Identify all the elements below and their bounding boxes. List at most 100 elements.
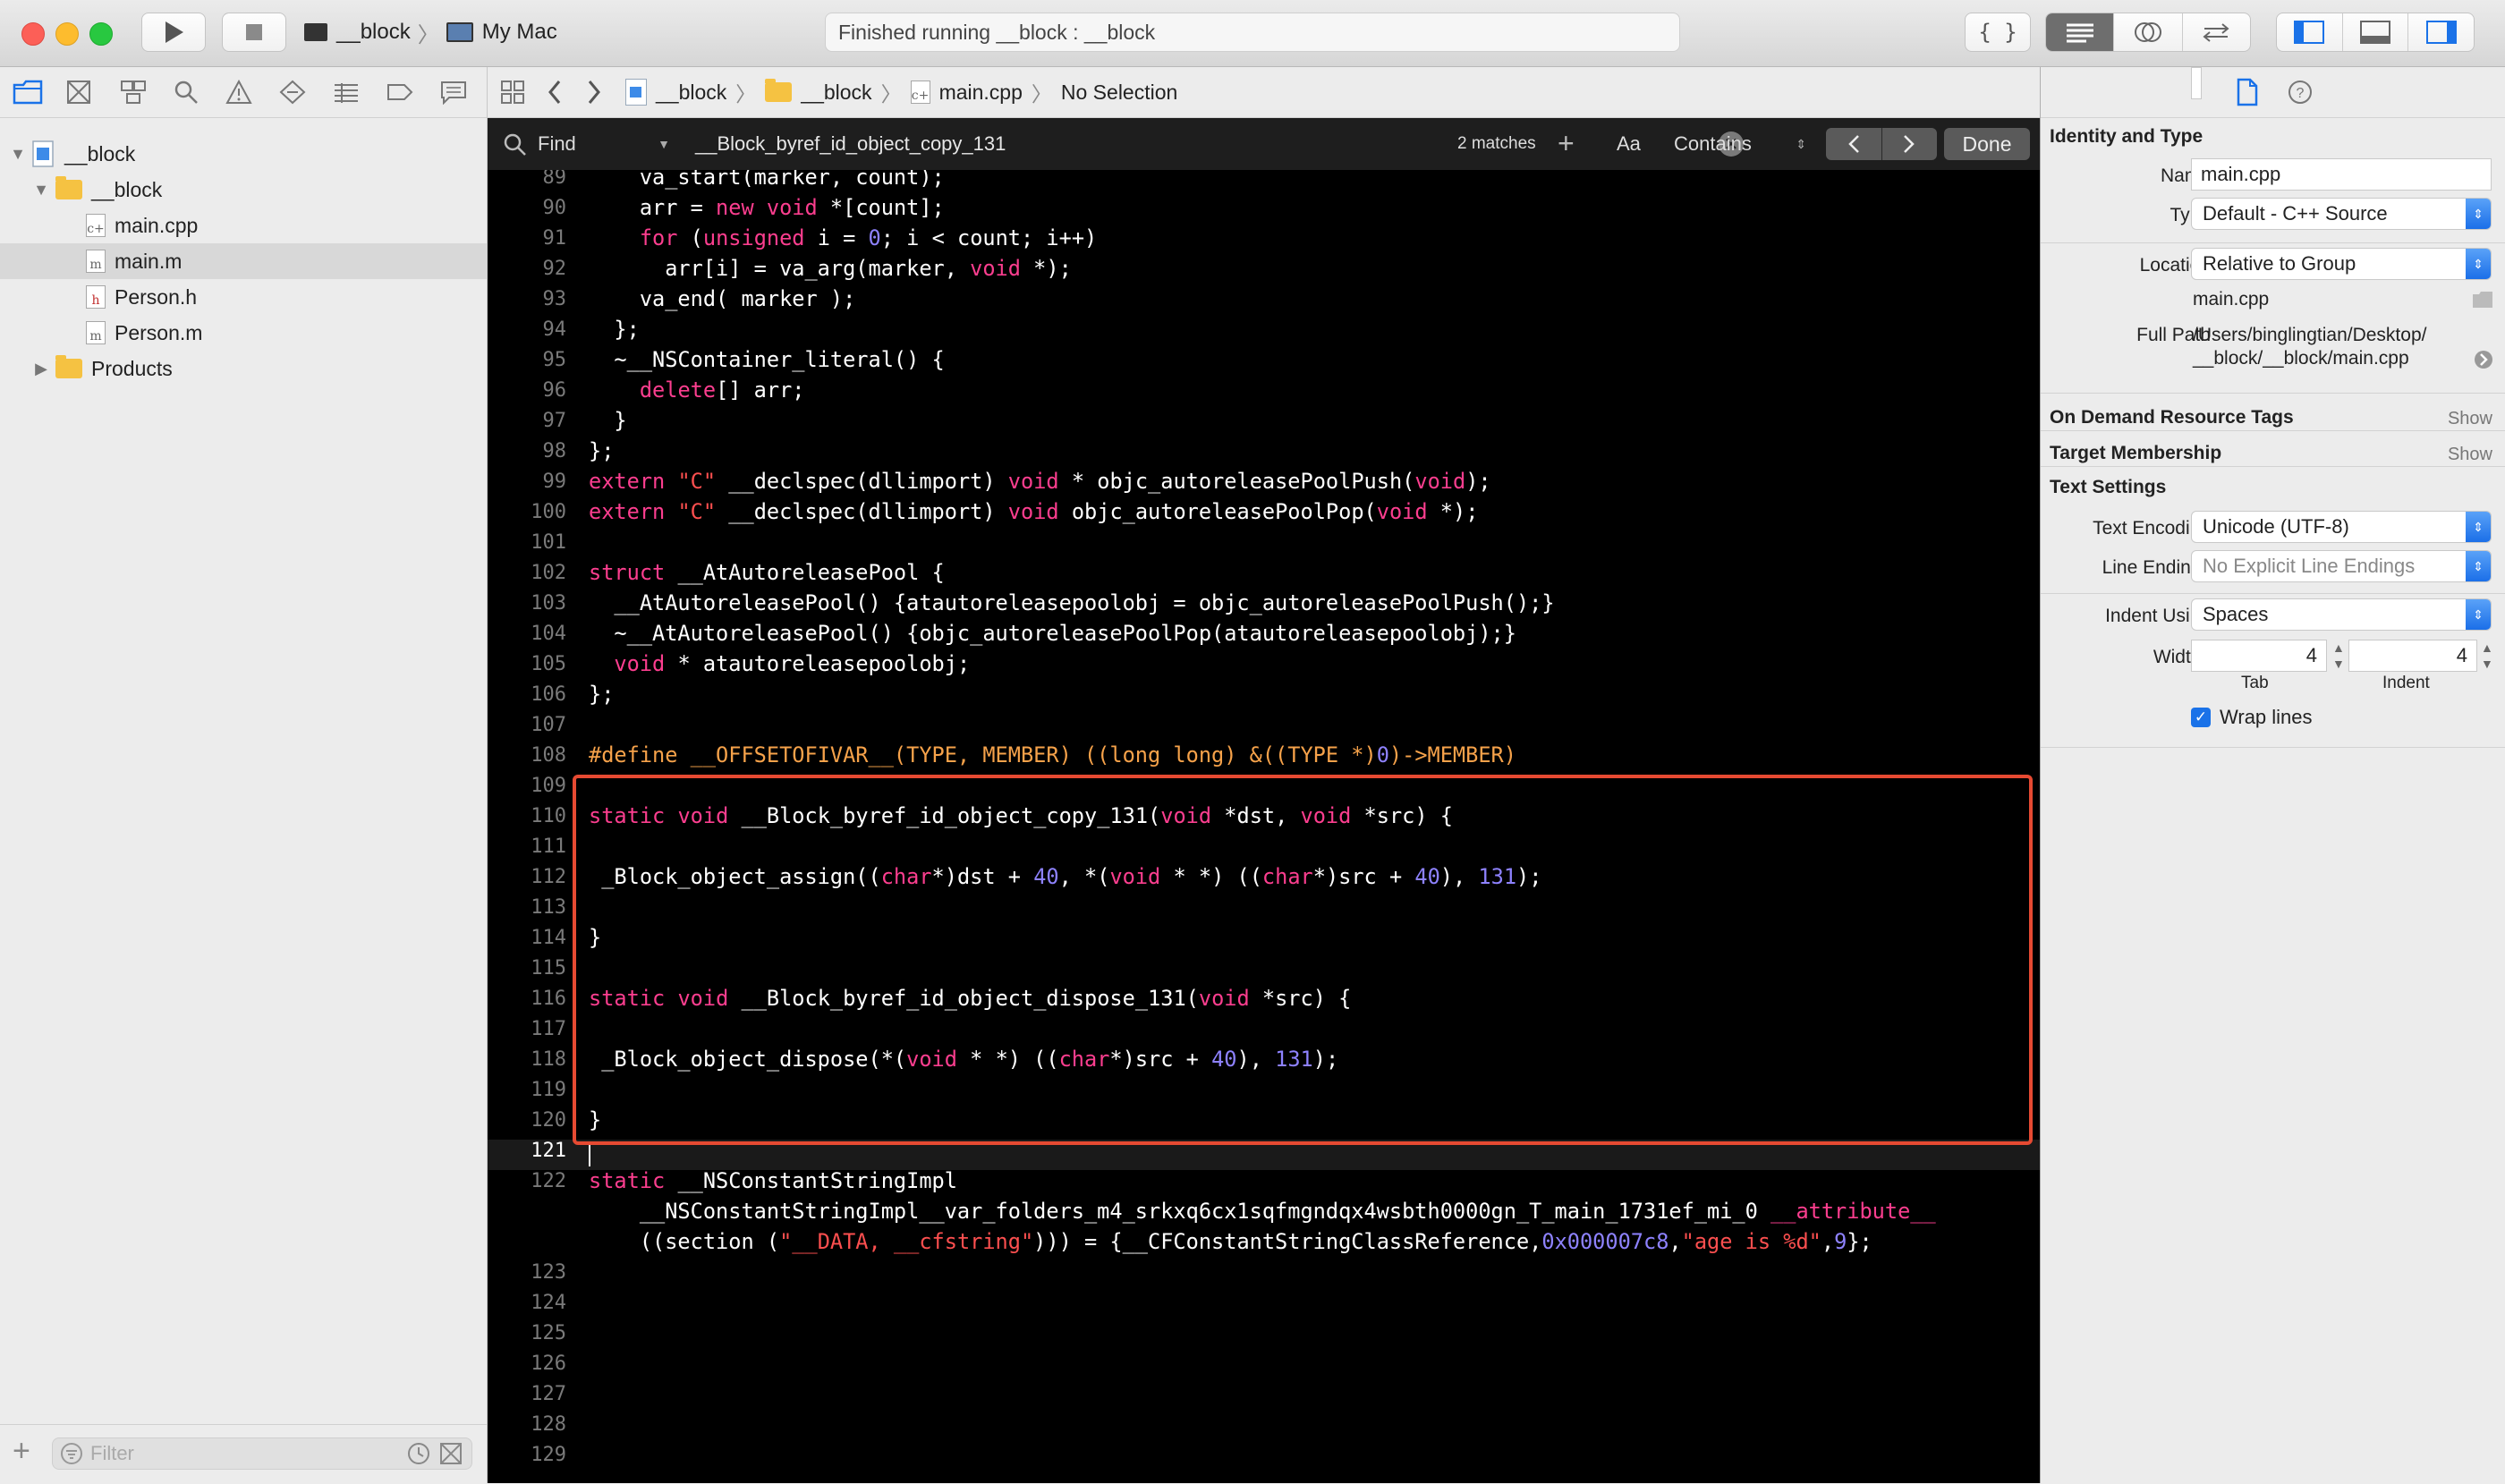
code-line-122-wrap-1: __NSConstantStringImpl__var_folders_m4_s… — [589, 1199, 1936, 1224]
match-case-toggle[interactable]: Aa — [1617, 132, 1641, 156]
back-chevron-icon[interactable] — [547, 80, 563, 105]
line-endings-popup[interactable]: No Explicit Line Endings ⇕ — [2191, 550, 2492, 582]
report-navigator-icon[interactable] — [440, 80, 467, 105]
breadcrumb-project[interactable]: __block — [656, 81, 726, 105]
name-field[interactable]: main.cpp — [2191, 158, 2492, 191]
scheme-device: My Mac — [481, 20, 557, 44]
updown-chevron-icon: ⇕ — [1796, 136, 1806, 151]
line-number: 118 — [531, 1048, 566, 1071]
breadcrumb-selection[interactable]: No Selection — [1061, 81, 1177, 105]
chevron-right-icon — [1904, 135, 1915, 153]
library-button[interactable]: { } — [1965, 13, 2031, 52]
run-button[interactable] — [141, 13, 206, 52]
zoom-window-button[interactable] — [89, 22, 113, 46]
project-row[interactable]: ▼ __block — [0, 136, 487, 172]
close-window-button[interactable] — [21, 22, 45, 46]
disclosure-open-icon[interactable]: ▼ — [9, 145, 27, 164]
tab-width-field[interactable]: 4 — [2191, 640, 2327, 672]
line-number: 122 — [531, 1170, 566, 1192]
related-items-grid-icon[interactable] — [500, 80, 527, 105]
left-panel-icon — [2294, 21, 2325, 44]
folder-icon[interactable] — [2472, 291, 2493, 309]
toggle-inspector-button[interactable] — [2407, 13, 2474, 51]
version-editor-button[interactable] — [2181, 13, 2250, 51]
target-show-button[interactable]: Show — [2448, 445, 2492, 465]
symbol-navigator-icon[interactable] — [120, 80, 147, 105]
recent-files-clock-icon[interactable] — [407, 1442, 430, 1465]
checkmark-icon: ✓ — [2191, 708, 2211, 727]
toggle-debug-area-button[interactable] — [2341, 13, 2408, 51]
code-line-90: arr = new void *[count]; — [589, 195, 945, 220]
disclosure-open-icon[interactable]: ▼ — [32, 181, 50, 199]
panel-toggles-segmented-control[interactable] — [2276, 13, 2475, 52]
toggle-navigator-button[interactable] — [2277, 13, 2342, 51]
wrap-lines-checkbox[interactable]: ✓ Wrap lines — [2191, 706, 2313, 729]
forward-chevron-icon[interactable] — [586, 80, 602, 105]
arrows-left-right-icon — [2203, 23, 2229, 42]
next-match-button[interactable] — [1882, 128, 1938, 160]
find-navigator-icon[interactable] — [174, 80, 199, 105]
line-number: 119 — [531, 1079, 566, 1101]
header-file-icon: h — [86, 285, 106, 309]
line-number: 102 — [531, 562, 566, 584]
line-number: 91 — [542, 227, 567, 250]
chevron-down-icon: ▼ — [658, 137, 670, 151]
file-row-person-m[interactable]: m Person.m — [0, 315, 487, 351]
minimize-window-button[interactable] — [55, 22, 79, 46]
reveal-in-finder-arrow-icon[interactable] — [2474, 350, 2493, 369]
code-line-105: void * atautoreleasepoolobj; — [614, 651, 971, 676]
file-row-main-cpp[interactable]: c+ main.cpp — [0, 208, 487, 243]
line-number: 121 — [531, 1140, 566, 1162]
target-section-title: Target Membership — [2050, 443, 2222, 463]
type-popup[interactable]: Default - C++ Source ⇕ — [2191, 198, 2492, 230]
navigator-selector-bar — [0, 67, 487, 118]
debug-navigator-icon[interactable] — [333, 80, 360, 105]
editor-mode-segmented-control[interactable] — [2045, 13, 2251, 52]
assistant-editor-button[interactable] — [2113, 13, 2181, 51]
issue-navigator-icon[interactable] — [225, 80, 252, 105]
line-number: 128 — [531, 1413, 566, 1436]
tab-stepper-icon[interactable]: ▲ ▼ — [2332, 640, 2345, 672]
line-number: 90 — [542, 197, 567, 219]
project-navigator-icon[interactable] — [13, 78, 43, 106]
products-row[interactable]: ▶ Products — [0, 351, 487, 386]
scheme-selector[interactable]: __block 〉 My Mac — [304, 13, 557, 52]
quick-help-icon[interactable]: ? — [2288, 80, 2313, 105]
source-control-filter-icon[interactable] — [439, 1442, 463, 1465]
venn-circles-icon — [2134, 22, 2161, 42]
group-row[interactable]: ▼ __block — [0, 172, 487, 208]
breadcrumb-file[interactable]: main.cpp — [939, 81, 1023, 105]
previous-match-button[interactable] — [1826, 128, 1882, 160]
odr-show-button[interactable]: Show — [2448, 409, 2492, 429]
breadcrumb-group[interactable]: __block — [801, 81, 871, 105]
add-icon[interactable]: + — [13, 1436, 30, 1466]
line-number: 93 — [542, 288, 567, 310]
indent-using-popup[interactable]: Spaces ⇕ — [2191, 598, 2492, 631]
done-button[interactable]: Done — [1944, 128, 2030, 160]
filter-field[interactable]: Filter — [52, 1437, 472, 1470]
cpp-file-icon: c+ — [910, 81, 930, 104]
indent-stepper-icon[interactable]: ▲ ▼ — [2481, 640, 2493, 672]
add-pattern-icon[interactable]: + — [1558, 127, 1575, 160]
file-inspector-icon[interactable] — [2236, 78, 2259, 106]
encoding-popup[interactable]: Unicode (UTF-8) ⇕ — [2191, 511, 2492, 543]
code-line-100: extern "C" __declspec(dllimport) void ob… — [589, 499, 1479, 524]
mac-icon — [446, 22, 473, 42]
breakpoint-navigator-icon[interactable] — [386, 80, 413, 105]
find-mode-popup[interactable]: Find ▼ — [538, 118, 681, 170]
xcode-project-icon — [32, 140, 54, 167]
chevron-left-icon — [1847, 135, 1859, 153]
text-settings-title: Text Settings — [2050, 477, 2167, 497]
indent-width-field[interactable]: 4 — [2348, 640, 2477, 672]
match-type-popup[interactable]: Contains ⇕ — [1674, 118, 1817, 170]
standard-editor-button[interactable] — [2046, 13, 2114, 51]
file-row-main-m[interactable]: m main.m — [0, 243, 487, 279]
source-control-navigator-icon[interactable] — [66, 80, 91, 105]
stop-button[interactable] — [222, 13, 286, 52]
disclosure-closed-icon[interactable]: ▶ — [32, 360, 50, 378]
play-icon — [166, 21, 183, 43]
file-row-person-h[interactable]: h Person.h — [0, 279, 487, 315]
location-popup[interactable]: Relative to Group ⇕ — [2191, 248, 2492, 280]
annotation-highlight-box — [573, 775, 2033, 1145]
test-navigator-icon[interactable] — [279, 80, 306, 105]
